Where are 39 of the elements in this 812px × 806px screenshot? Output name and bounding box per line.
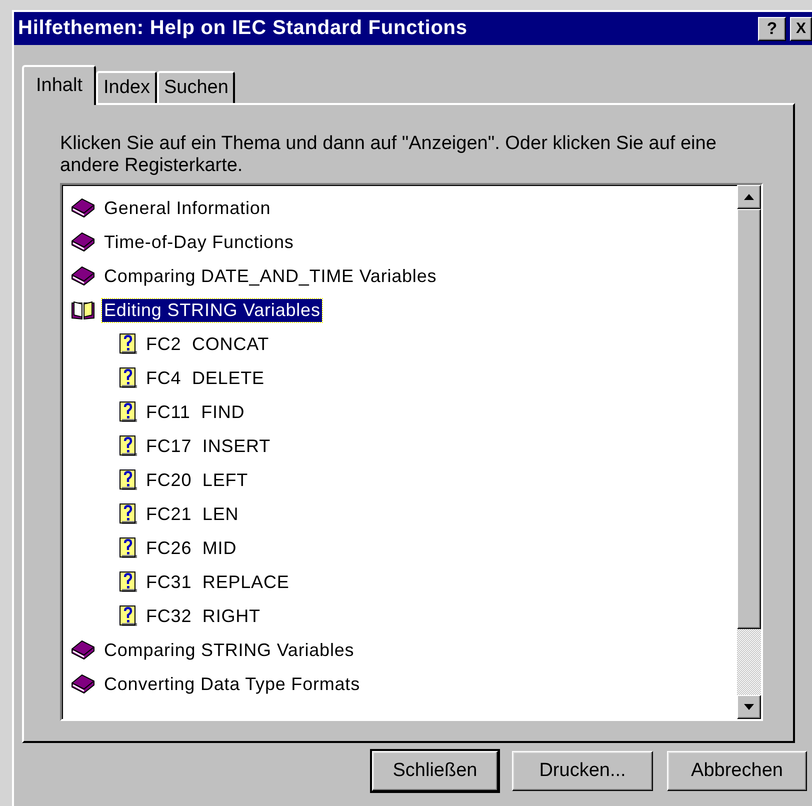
dialog-button[interactable]: Drucken... <box>512 751 653 791</box>
help-page-icon <box>118 605 138 627</box>
scrollbar-thumb[interactable] <box>737 209 761 629</box>
tree-item[interactable]: Converting Data Type Formats <box>102 672 362 696</box>
tree-item[interactable]: FC32 RIGHT <box>144 604 262 628</box>
help-page-icon <box>118 333 138 355</box>
dialog-button[interactable]: Abbrechen <box>667 751 807 791</box>
tab[interactable]: Inhalt <box>22 65 96 105</box>
window-title: Hilfethemen: Help on IEC Standard Functions <box>18 17 468 40</box>
help-page-icon <box>118 571 138 593</box>
help-page-icon <box>118 367 138 389</box>
tree-item[interactable]: Time-of-Day Functions <box>102 230 296 254</box>
up-arrow-icon <box>744 194 754 200</box>
scroll-down-button[interactable] <box>737 695 761 719</box>
tree-item[interactable]: FC2 CONCAT <box>144 332 272 356</box>
tree-item[interactable]: FC26 MID <box>144 536 239 560</box>
tab[interactable]: Index <box>96 71 157 103</box>
tree-item[interactable]: FC20 LEFT <box>144 468 250 492</box>
close-button[interactable]: X <box>790 16 812 40</box>
tree-item[interactable]: Comparing STRING Variables <box>102 638 356 662</box>
down-arrow-icon <box>744 704 754 710</box>
help-page-icon <box>118 435 138 457</box>
dialog-button[interactable]: Schließen <box>372 751 498 791</box>
scroll-up-button[interactable] <box>737 185 761 209</box>
instruction-text: Klicken Sie auf ein Thema und dann auf "Anzeigen". Oder klicken Sie auf eine andere Registerkarte. <box>60 133 718 177</box>
help-page-icon <box>118 401 138 423</box>
help-page-icon <box>118 537 138 559</box>
help-button[interactable]: ? <box>758 16 786 40</box>
tab[interactable]: Suchen <box>156 71 236 103</box>
tree-item[interactable]: FC17 INSERT <box>144 434 272 458</box>
tree-item[interactable]: Comparing DATE_AND_TIME Variables <box>102 264 439 288</box>
tree-item[interactable]: FC4 DELETE <box>144 366 266 390</box>
tree-item[interactable]: FC31 REPLACE <box>144 570 292 594</box>
tree-item[interactable]: FC11 FIND <box>144 400 247 424</box>
tree-item[interactable]: General Information <box>102 196 273 220</box>
help-page-icon <box>118 469 138 491</box>
tree-item[interactable]: Editing STRING Variables <box>102 298 322 322</box>
help-page-icon <box>118 503 138 525</box>
tree-item[interactable]: FC21 LEN <box>144 502 241 526</box>
